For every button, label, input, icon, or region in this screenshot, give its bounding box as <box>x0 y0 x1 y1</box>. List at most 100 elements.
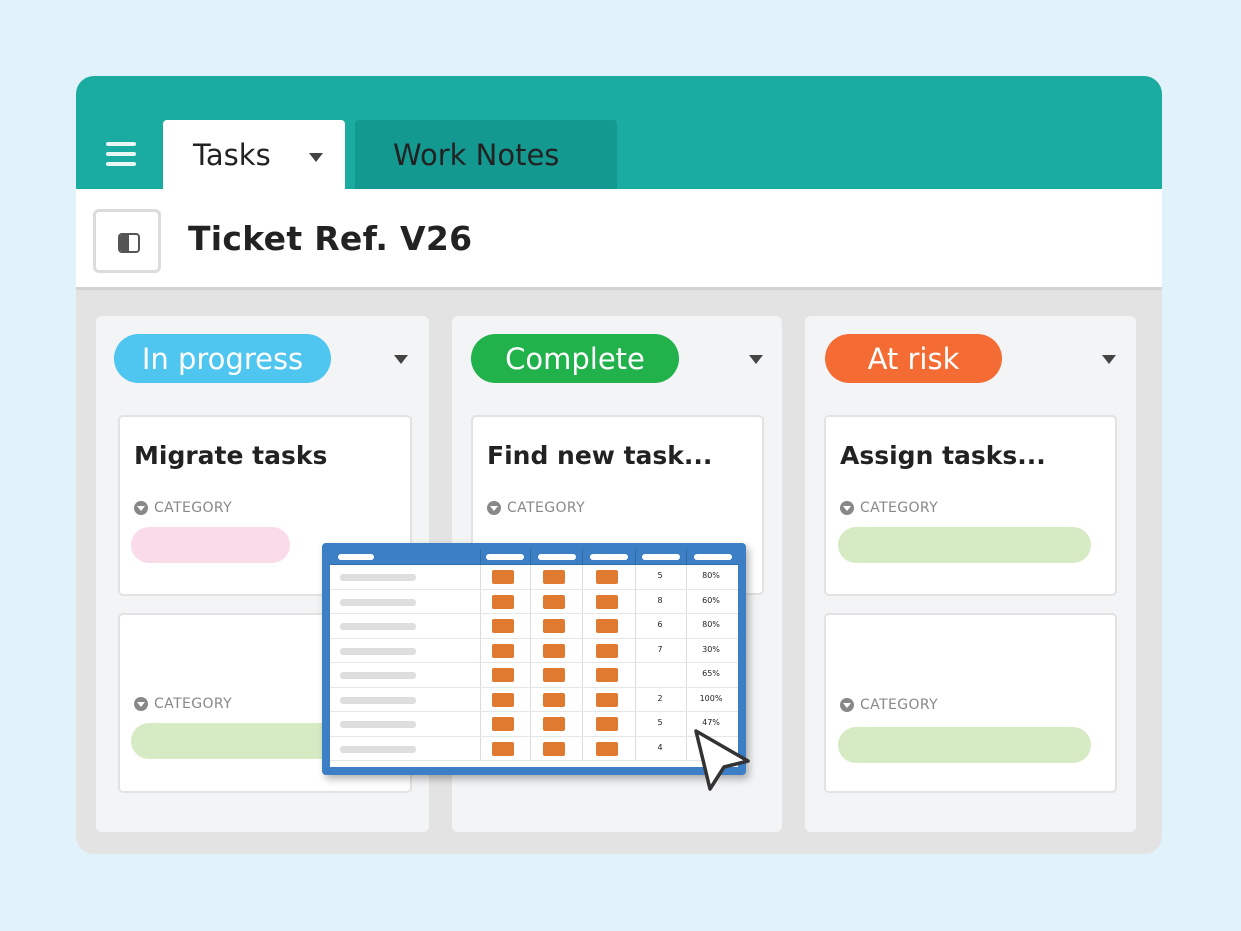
status-cell[interactable] <box>492 741 514 756</box>
table-row[interactable]: 6 80% <box>330 614 738 639</box>
percent-cell: 47% <box>702 718 720 727</box>
status-cell[interactable] <box>492 692 514 707</box>
column-at-risk: At risk Assign tasks... CATEGORY CATEGOR… <box>805 316 1136 832</box>
page-header: Ticket Ref. V26 <box>76 189 1162 290</box>
category-icon <box>840 501 854 515</box>
status-cell[interactable] <box>596 594 618 609</box>
table-row[interactable]: 7 30% <box>330 638 738 663</box>
count-cell: 5 <box>657 718 663 727</box>
status-cell[interactable] <box>596 668 618 682</box>
card-title: Find new task... <box>487 441 713 470</box>
status-cell[interactable] <box>543 570 565 584</box>
card-title: Migrate tasks <box>134 441 328 470</box>
category-tag[interactable] <box>838 727 1091 763</box>
tab-work-notes[interactable]: Work Notes <box>355 120 617 189</box>
card-category: CATEGORY <box>487 500 585 516</box>
sidebar-panel-icon <box>118 233 140 253</box>
status-cell[interactable] <box>596 619 618 633</box>
count-cell: 7 <box>657 644 663 654</box>
status-cell[interactable] <box>543 619 565 633</box>
cursor-pointer-icon <box>694 729 750 791</box>
category-icon <box>134 697 148 711</box>
status-cell[interactable] <box>596 692 618 707</box>
page-title: Ticket Ref. V26 <box>188 219 473 258</box>
menu-icon[interactable] <box>106 142 136 168</box>
task-card[interactable]: Assign tasks... CATEGORY <box>824 415 1117 596</box>
status-cell[interactable] <box>596 570 618 584</box>
category-label: CATEGORY <box>154 696 233 712</box>
status-cell[interactable] <box>543 717 565 731</box>
card-category: CATEGORY <box>840 697 938 713</box>
status-cell[interactable] <box>543 692 565 707</box>
status-pill-at-risk[interactable]: At risk <box>825 334 1002 383</box>
chevron-down-icon[interactable] <box>394 355 408 364</box>
category-icon <box>487 501 501 515</box>
percent-cell: 80% <box>702 571 720 580</box>
tab-tasks-label: Tasks <box>193 137 271 172</box>
percent-cell: 60% <box>702 595 720 605</box>
category-label: CATEGORY <box>860 500 939 516</box>
status-cell[interactable] <box>543 594 565 609</box>
table-row[interactable]: 5 80% <box>330 565 738 590</box>
status-cell[interactable] <box>543 643 565 658</box>
row-label-placeholder <box>340 721 416 728</box>
count-cell: 5 <box>657 571 663 580</box>
status-cell[interactable] <box>596 643 618 658</box>
tab-tasks[interactable]: Tasks <box>163 120 345 189</box>
row-label-placeholder <box>340 598 416 606</box>
category-label: CATEGORY <box>154 500 233 516</box>
task-card[interactable]: CATEGORY <box>824 613 1117 793</box>
row-label-placeholder <box>340 745 416 753</box>
sidebar-toggle-button[interactable] <box>93 209 161 273</box>
chevron-down-icon[interactable] <box>309 153 323 162</box>
status-pill-complete[interactable]: Complete <box>471 334 679 383</box>
percent-cell: 30% <box>702 644 720 654</box>
spreadsheet-preview[interactable]: 5 80% 8 60% 6 80% 7 30% 65% 2 100% 5 47% 40% <box>322 543 746 775</box>
row-label-placeholder <box>340 647 416 655</box>
card-category: CATEGORY <box>134 696 232 712</box>
percent-cell: 65% <box>702 669 720 678</box>
spreadsheet-header <box>330 549 738 565</box>
category-icon <box>134 501 148 515</box>
card-category: CATEGORY <box>134 500 232 516</box>
category-label: CATEGORY <box>860 697 939 713</box>
category-tag[interactable] <box>838 527 1091 563</box>
spreadsheet-body: 5 80% 8 60% 6 80% 7 30% 65% 2 100% 5 47% 40% <box>330 549 738 767</box>
status-cell[interactable] <box>492 643 514 658</box>
card-title: Assign tasks... <box>840 441 1046 470</box>
chevron-down-icon[interactable] <box>1102 355 1116 364</box>
status-cell[interactable] <box>492 594 514 609</box>
status-cell[interactable] <box>543 668 565 682</box>
category-icon <box>840 698 854 712</box>
app-window: Tasks Work Notes Ticket Ref. V26 In prog… <box>76 76 1162 854</box>
category-label: CATEGORY <box>507 500 586 516</box>
row-label-placeholder <box>340 623 416 630</box>
tab-work-notes-label: Work Notes <box>393 137 560 172</box>
count-cell: 2 <box>657 693 663 703</box>
row-label-placeholder <box>340 696 416 704</box>
status-cell[interactable] <box>492 570 514 584</box>
status-pill-in-progress[interactable]: In progress <box>114 334 331 383</box>
status-cell[interactable] <box>492 619 514 633</box>
tab-bar: Tasks Work Notes <box>76 76 1162 189</box>
chevron-down-icon[interactable] <box>749 355 763 364</box>
status-cell[interactable] <box>543 741 565 756</box>
percent-cell: 100% <box>699 693 723 703</box>
row-label-placeholder <box>340 574 416 581</box>
status-cell[interactable] <box>492 717 514 731</box>
percent-cell: 80% <box>702 620 720 629</box>
table-row[interactable]: 65% <box>330 663 738 688</box>
table-row[interactable]: 40% <box>330 736 738 761</box>
count-cell: 6 <box>657 620 663 629</box>
row-label-placeholder <box>340 672 416 679</box>
count-cell: 8 <box>657 595 663 605</box>
status-cell[interactable] <box>492 668 514 682</box>
status-cell[interactable] <box>596 717 618 731</box>
count-cell: 4 <box>657 742 663 752</box>
status-cell[interactable] <box>596 741 618 756</box>
table-row[interactable]: 8 60% <box>330 589 738 614</box>
category-tag[interactable] <box>131 527 290 563</box>
table-row[interactable]: 5 47% <box>330 712 738 737</box>
table-row[interactable]: 2 100% <box>330 687 738 712</box>
spreadsheet-rows: 5 80% 8 60% 6 80% 7 30% 65% 2 100% 5 47% 40% <box>330 565 738 761</box>
